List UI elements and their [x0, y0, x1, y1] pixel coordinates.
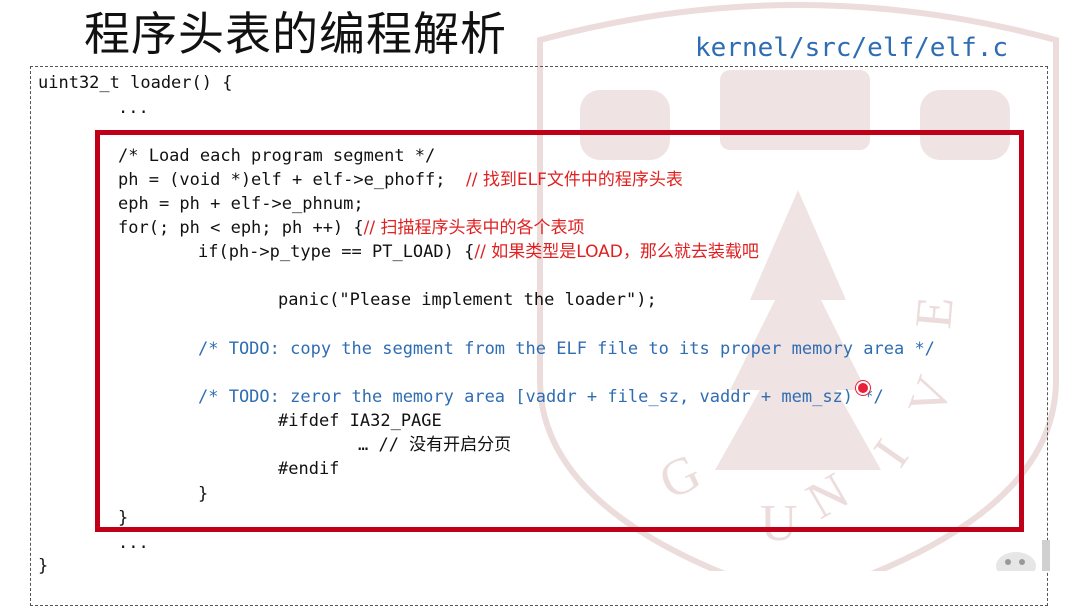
code-close-if: }	[198, 484, 209, 504]
code-for-comment: // 扫描程序头表中的各个表项	[363, 218, 585, 238]
code-todo-zero-comment: /* TODO: zeror the memory area [vaddr + …	[198, 387, 884, 407]
file-path-label: kernel/src/elf/elf.c	[695, 33, 1009, 63]
code-line-if: if(ph->p_type == PT_LOAD) {// 如果类型是LOAD，…	[198, 241, 759, 263]
code-for-statement: for(; ph < eph; ph ++) {	[118, 218, 364, 238]
code-close-for: }	[118, 508, 129, 528]
code-line-endif: #endif	[278, 459, 340, 479]
code-phoff-statement: ph = (void *)elf + elf->e_phoff;	[118, 170, 466, 190]
code-if-comment: // 如果类型是LOAD，那么就去装载吧	[474, 242, 759, 262]
code-phoff-comment: // 找到ELF文件中的程序头表	[466, 170, 683, 190]
code-line-for: for(; ph < eph; ph ++) {// 扫描程序头表中的各个表项	[118, 217, 585, 239]
pointer-cursor-icon	[856, 381, 870, 395]
code-line-no-paging: … // 没有开启分页	[358, 435, 512, 455]
assistant-bubble-icon[interactable]	[990, 540, 1050, 571]
code-line-phoff: ph = (void *)elf + elf->e_phoff; // 找到EL…	[118, 169, 683, 191]
code-ellipsis-top: ...	[118, 98, 149, 118]
code-line-phnum: eph = ph + elf->e_phnum;	[118, 194, 364, 214]
code-line-ifdef: #ifdef IA32_PAGE	[278, 411, 442, 431]
slide-title: 程序头表的编程解析	[84, 7, 507, 61]
code-function-signature: uint32_t loader() {	[38, 73, 233, 93]
code-todo-copy-comment: /* TODO: copy the segment from the ELF f…	[198, 339, 935, 359]
code-load-comment: /* Load each program segment */	[118, 146, 436, 166]
code-ellipsis-bottom: ...	[118, 533, 149, 553]
code-line-panic: panic("Please implement the loader");	[278, 290, 657, 310]
code-if-statement: if(ph->p_type == PT_LOAD) {	[198, 242, 475, 262]
code-close-function: }	[38, 556, 49, 576]
